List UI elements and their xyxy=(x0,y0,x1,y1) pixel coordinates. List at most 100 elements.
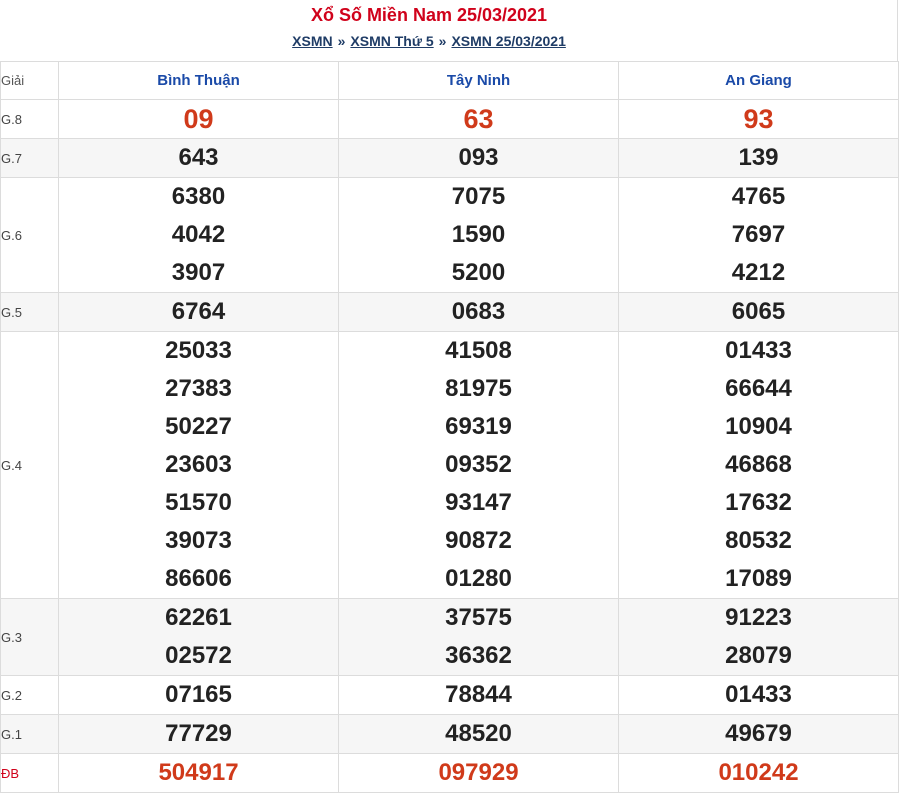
result-number: 1590 xyxy=(451,221,506,248)
prize-label: G.6 xyxy=(0,177,59,293)
table-row: G.2 07165 78844 01433 xyxy=(0,675,899,715)
result-number: 93147 xyxy=(445,489,512,516)
result-cell: 37575 36362 xyxy=(338,598,619,676)
result-number: 10904 xyxy=(725,413,792,440)
result-number: 86606 xyxy=(165,565,232,592)
result-number: 010242 xyxy=(718,759,799,786)
table-header-row: Giải Bình Thuận Tây Ninh An Giang xyxy=(0,61,899,100)
result-number: 51570 xyxy=(165,489,232,516)
result-number: 78844 xyxy=(445,681,512,708)
result-cell: 77729 xyxy=(58,714,339,754)
result-cell: 504917 xyxy=(58,753,339,793)
result-cell: 643 xyxy=(58,138,339,178)
province-header: Bình Thuận xyxy=(58,61,339,100)
result-number: 6764 xyxy=(171,298,226,325)
result-cell: 139 xyxy=(618,138,899,178)
breadcrumb-separator: » xyxy=(438,33,447,49)
result-cell: 4765 7697 4212 xyxy=(618,177,899,293)
breadcrumb-link-xsmn[interactable]: XSMN xyxy=(292,33,332,49)
breadcrumb-link-xsmn-date[interactable]: XSMN 25/03/2021 xyxy=(451,33,565,49)
breadcrumb-link-xsmn-thu-5[interactable]: XSMN Thứ 5 xyxy=(350,33,433,49)
table-row: G.5 6764 0683 6065 xyxy=(0,292,899,332)
lottery-result-page: Xổ Số Miền Nam 25/03/2021 XSMN» XSMN Thứ … xyxy=(0,0,899,793)
result-cell: 01433 xyxy=(618,675,899,715)
table-row: G.3 62261 02572 37575 36362 91223 28079 xyxy=(0,598,899,676)
result-cell: 41508 81975 69319 09352 93147 90872 01280 xyxy=(338,331,619,599)
results-table: Giải Bình Thuận Tây Ninh An Giang G.8 09 6… xyxy=(0,61,899,793)
result-number: 09 xyxy=(183,104,214,134)
result-number: 62261 xyxy=(165,604,232,631)
result-number: 39073 xyxy=(165,527,232,554)
prize-label: G.8 xyxy=(0,99,59,139)
result-number: 5200 xyxy=(451,259,506,286)
result-number: 093 xyxy=(458,144,499,171)
result-cell: 48520 xyxy=(338,714,619,754)
result-number: 36362 xyxy=(445,642,512,669)
result-number: 63 xyxy=(463,104,494,134)
result-cell: 09 xyxy=(58,99,339,139)
result-number: 66644 xyxy=(725,375,792,402)
result-number: 28079 xyxy=(725,642,792,669)
result-cell: 6764 xyxy=(58,292,339,332)
prize-label: G.7 xyxy=(0,138,59,178)
result-number: 37575 xyxy=(445,604,512,631)
result-number: 46868 xyxy=(725,451,792,478)
result-cell: 01433 66644 10904 46868 17632 80532 17089 xyxy=(618,331,899,599)
result-number: 17632 xyxy=(725,489,792,516)
result-number: 49679 xyxy=(725,720,792,747)
result-number: 07165 xyxy=(165,681,232,708)
result-number: 91223 xyxy=(725,604,792,631)
result-cell: 93 xyxy=(618,99,899,139)
result-number: 77729 xyxy=(165,720,232,747)
result-number: 097929 xyxy=(438,759,519,786)
result-number: 25033 xyxy=(165,337,232,364)
result-number: 0683 xyxy=(451,298,506,325)
result-number: 01433 xyxy=(725,681,792,708)
prize-label: G.3 xyxy=(0,598,59,676)
result-number: 6065 xyxy=(731,298,786,325)
result-number: 02572 xyxy=(165,642,232,669)
result-cell: 7075 1590 5200 xyxy=(338,177,619,293)
result-cell: 91223 28079 xyxy=(618,598,899,676)
result-cell: 78844 xyxy=(338,675,619,715)
prize-label: ĐB xyxy=(0,753,59,793)
result-cell: 093 xyxy=(338,138,619,178)
result-cell: 63 xyxy=(338,99,619,139)
result-number: 01280 xyxy=(445,565,512,592)
province-header: An Giang xyxy=(618,61,899,100)
result-number: 4212 xyxy=(731,259,786,286)
result-cell: 0683 xyxy=(338,292,619,332)
result-cell: 62261 02572 xyxy=(58,598,339,676)
province-header: Tây Ninh xyxy=(338,61,619,100)
table-row: G.7 643 093 139 xyxy=(0,138,899,178)
result-number: 139 xyxy=(738,144,779,171)
result-number: 6380 xyxy=(171,183,226,210)
breadcrumb: XSMN» XSMN Thứ 5» XSMN 25/03/2021 xyxy=(0,32,858,50)
result-number: 4765 xyxy=(731,183,786,210)
results-body: G.8 09 63 93 G.7 643 093 139 G.6 6380 4042 3907 7075… xyxy=(0,99,899,793)
prize-column-header: Giải xyxy=(0,61,59,100)
right-divider xyxy=(897,0,898,61)
result-number: 7075 xyxy=(451,183,506,210)
result-number: 4042 xyxy=(171,221,226,248)
result-cell: 097929 xyxy=(338,753,619,793)
result-number: 80532 xyxy=(725,527,792,554)
result-number: 93 xyxy=(743,104,774,134)
result-number: 7697 xyxy=(731,221,786,248)
result-number: 643 xyxy=(178,144,219,171)
result-number: 01433 xyxy=(725,337,792,364)
result-number: 3907 xyxy=(171,259,226,286)
table-row: G.4 25033 27383 50227 23603 51570 39073 86606 41… xyxy=(0,331,899,599)
prize-label: G.5 xyxy=(0,292,59,332)
result-cell: 25033 27383 50227 23603 51570 39073 86606 xyxy=(58,331,339,599)
table-row: G.1 77729 48520 49679 xyxy=(0,714,899,754)
result-number: 23603 xyxy=(165,451,232,478)
result-number: 41508 xyxy=(445,337,512,364)
result-number: 48520 xyxy=(445,720,512,747)
result-number: 50227 xyxy=(165,413,232,440)
result-number: 81975 xyxy=(445,375,512,402)
result-cell: 07165 xyxy=(58,675,339,715)
result-cell: 6380 4042 3907 xyxy=(58,177,339,293)
table-row: G.6 6380 4042 3907 7075 1590 5200 4765 7697 4212 xyxy=(0,177,899,293)
result-number: 27383 xyxy=(165,375,232,402)
